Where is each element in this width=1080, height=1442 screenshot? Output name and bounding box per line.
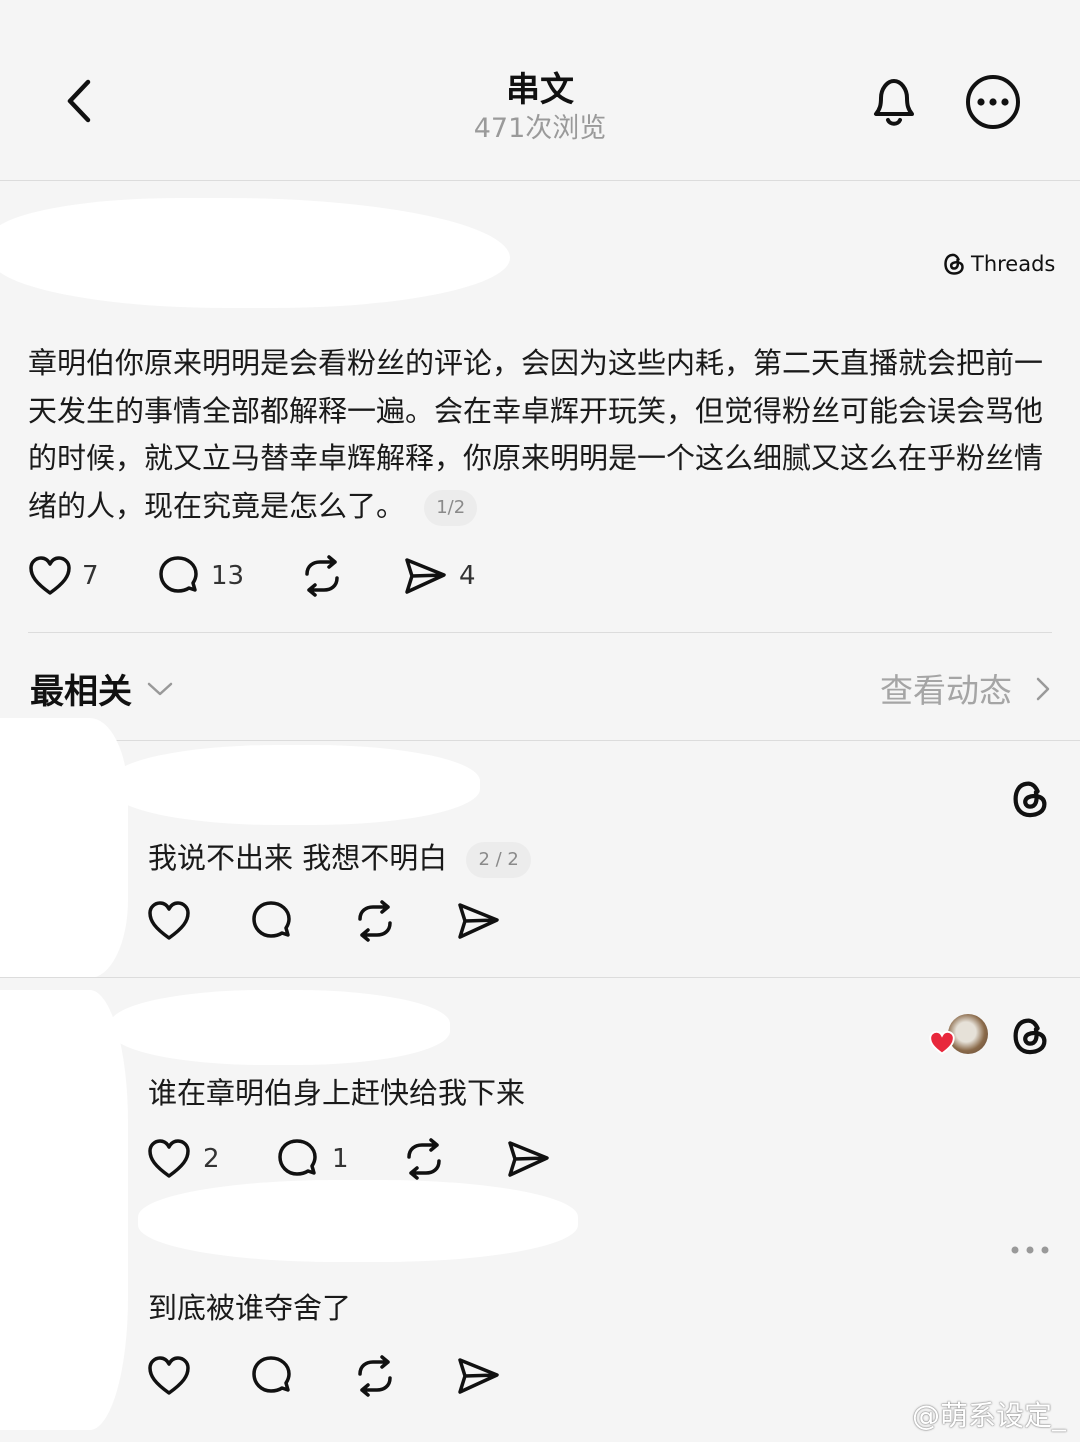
comment-count: 13 [211, 561, 245, 591]
reply1-repost-button[interactable] [353, 900, 397, 942]
repost-icon [358, 1355, 392, 1397]
comment-icon [159, 556, 198, 593]
reply3-more-button[interactable] [1008, 1240, 1052, 1260]
heart-icon [148, 901, 190, 940]
redacted-user-area [110, 990, 450, 1065]
repost-icon [407, 1138, 441, 1180]
actions-divider [28, 632, 1052, 633]
threads-logo-icon [944, 253, 964, 275]
reply2-text: 谁在章明伯身上赶快给我下来 [148, 1076, 526, 1110]
sort-dropdown[interactable]: 最相关 [30, 664, 174, 713]
header-divider [0, 180, 1080, 181]
reply1-body: 我说不出来 我想不明白 2 / 2 [148, 835, 531, 878]
ellipsis-icon [1011, 1246, 1049, 1254]
heart-icon [148, 1139, 190, 1178]
reply1-comment-button[interactable] [250, 900, 294, 942]
liked-heart-icon [929, 1030, 955, 1055]
repost-button[interactable] [300, 555, 344, 597]
reply2-comment-button[interactable]: 1 [276, 1138, 349, 1180]
liked-by-author-badge [928, 1014, 990, 1058]
post-body: 章明伯你原来明明是会看粉丝的评论，会因为这些内耗，第二天直播就会把前一天发生的事… [28, 340, 1052, 530]
bell-icon [874, 79, 914, 126]
reply1-like-button[interactable] [147, 900, 191, 942]
reply1-page-indicator: 2 / 2 [466, 842, 531, 878]
redacted-user-area [0, 198, 510, 308]
threads-label: Threads [971, 252, 1056, 276]
watermark: @萌系设定_ [911, 1399, 1066, 1432]
reply3-repost-button[interactable] [353, 1355, 397, 1397]
reply2-comment-count: 1 [332, 1144, 349, 1174]
reply2-threads-button[interactable] [1009, 1014, 1051, 1058]
more-button[interactable] [964, 73, 1022, 131]
sort-divider [0, 740, 1080, 741]
view-activity-link[interactable]: 查看动态 [880, 664, 1012, 712]
post-text: 章明伯你原来明明是会看粉丝的评论，会因为这些内耗，第二天直播就会把前一天发生的事… [28, 346, 1044, 523]
sort-label: 最相关 [30, 672, 132, 712]
reply2-like-button[interactable]: 2 [147, 1138, 220, 1180]
share-icon [458, 1358, 499, 1394]
reply1-threads-button[interactable] [1009, 777, 1051, 821]
reply1-share-button[interactable] [456, 900, 500, 942]
comment-icon [252, 1356, 291, 1393]
share-icon [458, 903, 499, 939]
reply3-like-button[interactable] [147, 1355, 191, 1397]
heart-icon [148, 1356, 190, 1395]
reply2-repost-button[interactable] [402, 1138, 446, 1180]
more-icon [966, 75, 1020, 129]
heart-icon [29, 556, 71, 595]
share-count: 4 [459, 561, 476, 591]
threads-brand: Threads [942, 250, 1055, 278]
reply3-text: 到底被谁夺舍了 [148, 1291, 352, 1325]
threads-logo-icon [1013, 781, 1047, 818]
like-count: 7 [82, 561, 99, 591]
notification-button[interactable] [866, 72, 922, 130]
repost-icon [305, 555, 339, 597]
chevron-right-icon [1036, 677, 1050, 701]
reply2-like-count: 2 [203, 1144, 220, 1174]
reply3-share-button[interactable] [456, 1355, 500, 1397]
reply3-comment-button[interactable] [250, 1355, 294, 1397]
comment-button[interactable]: 13 [157, 555, 244, 597]
share-button[interactable]: 4 [403, 555, 476, 597]
like-button[interactable]: 7 [28, 555, 99, 597]
comment-icon [252, 901, 291, 938]
redacted-user-area [110, 745, 480, 825]
reply-divider [0, 977, 1080, 978]
redacted-user-area [138, 1180, 578, 1262]
redacted-user-area [0, 990, 128, 1430]
repost-icon [358, 900, 392, 942]
comment-icon [278, 1139, 317, 1176]
chevron-down-icon [147, 682, 173, 695]
reply2-share-button[interactable] [506, 1138, 550, 1180]
share-icon [508, 1141, 549, 1177]
share-icon [405, 558, 446, 594]
threads-logo-icon [1013, 1018, 1047, 1055]
post-page-indicator: 1/2 [424, 489, 478, 526]
reply1-text: 我说不出来 我想不明白 [148, 841, 448, 875]
redacted-user-area [0, 718, 128, 978]
